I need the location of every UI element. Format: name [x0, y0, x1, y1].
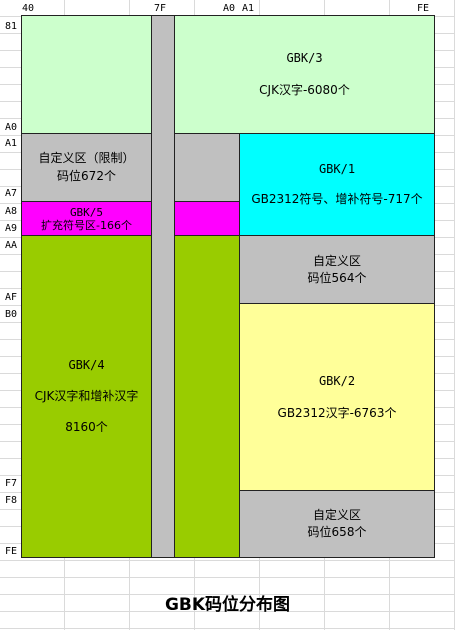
- gbk1-title: GBK/1: [318, 162, 356, 176]
- gbk2-region: GBK/2 GB2312汉字-6763个: [239, 303, 435, 491]
- gbk1-region: GBK/1 GB2312符号、增补符号-717个: [239, 133, 435, 236]
- diagram-caption: GBK码位分布图: [164, 595, 291, 615]
- axis-top-a1: A1: [242, 3, 255, 14]
- gbk4-desc: CJK汉字和增补汉字: [34, 389, 139, 403]
- custom-658-region: 自定义区 码位658个: [239, 490, 435, 558]
- gbk3-title: GBK/3: [286, 51, 323, 65]
- axis-left-fe: FE: [5, 546, 18, 557]
- gbk5-region-mid: [174, 201, 240, 236]
- custom-limited-region-mid: [174, 133, 240, 202]
- axis-left-a8: A8: [5, 206, 18, 217]
- gbk3-region-left: [21, 15, 152, 134]
- gbk3-desc: CJK汉字-6080个: [259, 83, 350, 97]
- custom-limited-count: 码位672个: [57, 169, 116, 183]
- axis-top-a0: A0: [223, 3, 236, 14]
- custom-limited-title: 自定义区（限制）: [38, 151, 135, 165]
- axis-left-81: 81: [5, 21, 18, 32]
- axis-top-fe: FE: [417, 3, 430, 14]
- axis-top-7f: 7F: [154, 3, 167, 14]
- axis-left-af: AF: [5, 292, 18, 303]
- axis-left-a1: A1: [5, 138, 18, 149]
- custom-limited-region: 自定义区（限制） 码位672个: [21, 133, 152, 202]
- gbk3-region: GBK/3 CJK汉字-6080个: [174, 15, 435, 134]
- gbk4-count: 8160个: [65, 420, 108, 434]
- axis-left-f7: F7: [5, 478, 18, 489]
- gbk4-region-mid: [174, 235, 240, 558]
- gbk2-title: GBK/2: [318, 373, 356, 388]
- custom-658-title: 自定义区: [312, 508, 361, 522]
- gbk5-region: GBK/5 扩充符号区-166个: [21, 201, 152, 236]
- custom-564-title: 自定义区: [312, 253, 361, 268]
- axis-left-f8: F8: [5, 495, 18, 506]
- gbk4-title: GBK/4: [68, 358, 105, 372]
- gbk1-desc: GB2312符号、增补符号-717个: [251, 192, 423, 206]
- custom-658-count: 码位658个: [307, 525, 367, 539]
- gbk5-desc: 扩充符号区-166个: [41, 218, 132, 232]
- gap-column-7f: [151, 15, 175, 558]
- axis-left-a7: A7: [5, 188, 18, 199]
- custom-564-region: 自定义区 码位564个: [239, 235, 435, 304]
- axis-top-40: 40: [22, 3, 35, 14]
- gbk5-title: GBK/5: [69, 205, 104, 219]
- custom-564-count: 码位564个: [307, 270, 367, 285]
- axis-left-aa: AA: [5, 240, 18, 251]
- gbk4-region: GBK/4 CJK汉字和增补汉字 8160个: [21, 235, 152, 558]
- axis-left-a0: A0: [5, 122, 18, 133]
- axis-left-b0: B0: [5, 309, 18, 320]
- gbk2-desc: GB2312汉字-6763个: [277, 405, 397, 420]
- axis-left-a9: A9: [5, 223, 18, 234]
